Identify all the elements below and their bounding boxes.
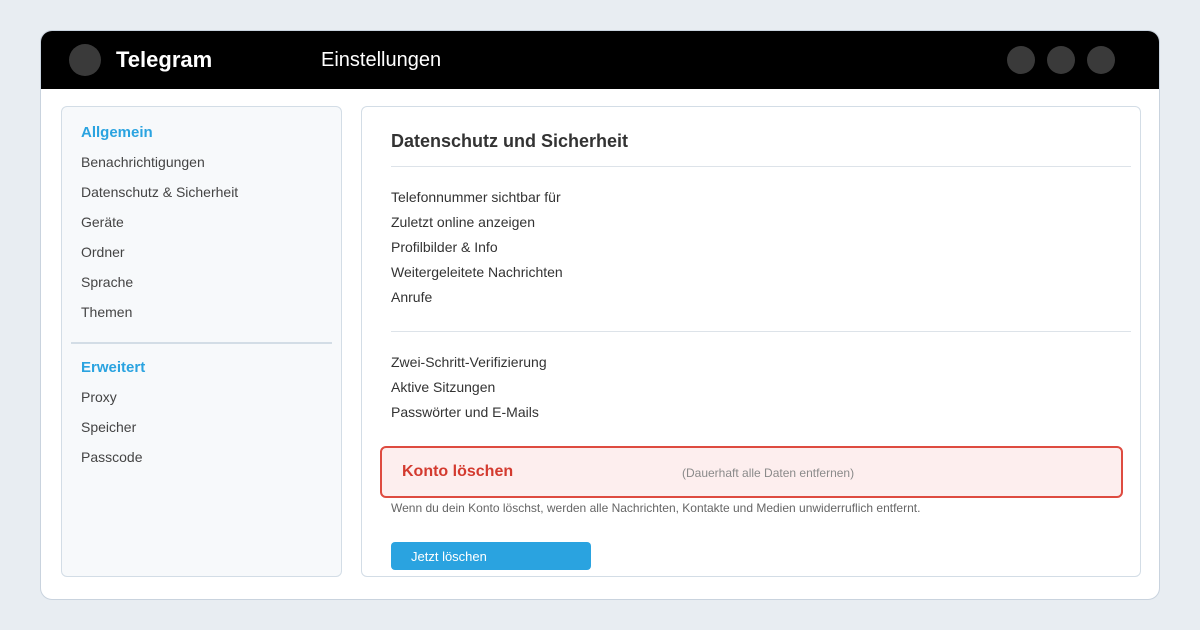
sidebar-heading-allgemein: Allgemein [81,124,153,141]
settings-sidebar: Allgemein Benachrichtigungen Datenschutz… [61,106,342,577]
sidebar-item-sprache[interactable]: Sprache [81,274,133,290]
setting-active-sessions[interactable]: Aktive Sitzungen [391,379,495,395]
settings-panel: Datenschutz und Sicherheit Telefonnummer… [361,106,1141,577]
delete-now-button[interactable]: Jetzt löschen [391,542,591,570]
delete-account-warning: Wenn du dein Konto löschst, werden alle … [391,501,921,515]
avatar[interactable] [69,44,101,76]
app-window: Telegram Einstellungen Allgemein Benachr… [40,30,1160,600]
sidebar-item-themen[interactable]: Themen [81,304,132,320]
setting-passwords-emails[interactable]: Passwörter und E-Mails [391,404,539,420]
delete-account-row[interactable]: Konto löschen (Dauerhaft alle Daten entf… [380,446,1123,498]
setting-calls[interactable]: Anrufe [391,289,432,305]
sidebar-item-ordner[interactable]: Ordner [81,244,125,260]
page-title: Einstellungen [321,49,442,71]
setting-last-seen[interactable]: Zuletzt online anzeigen [391,214,535,230]
sidebar-item-geraete[interactable]: Geräte [81,214,124,230]
delete-account-hint: (Dauerhaft alle Daten entfernen) [682,466,855,480]
panel-title: Datenschutz und Sicherheit [391,131,629,151]
app-title: Telegram [116,47,213,72]
sidebar-item-proxy[interactable]: Proxy [81,389,117,405]
setting-forwarded-messages[interactable]: Weitergeleitete Nachrichten [391,264,563,280]
sidebar-heading-erweitert: Erweitert [81,359,146,376]
sidebar-item-datenschutz[interactable]: Datenschutz & Sicherheit [81,184,238,200]
window-button-3[interactable] [1087,46,1115,74]
sidebar-item-speicher[interactable]: Speicher [81,419,136,435]
sidebar-divider [71,342,332,344]
sidebar-item-benachrichtigungen[interactable]: Benachrichtigungen [81,154,205,170]
setting-profile-photos[interactable]: Profilbilder & Info [391,239,498,255]
window-button-2[interactable] [1047,46,1075,74]
setting-phone-visibility[interactable]: Telefonnummer sichtbar für [391,189,561,205]
setting-two-step-verification[interactable]: Zwei-Schritt-Verifizierung [391,354,547,370]
divider [391,166,1131,167]
window-button-1[interactable] [1007,46,1035,74]
divider [391,331,1131,332]
top-bar: Telegram Einstellungen [41,31,1159,89]
sidebar-item-passcode[interactable]: Passcode [81,449,142,465]
delete-account-label: Konto löschen [402,463,514,480]
